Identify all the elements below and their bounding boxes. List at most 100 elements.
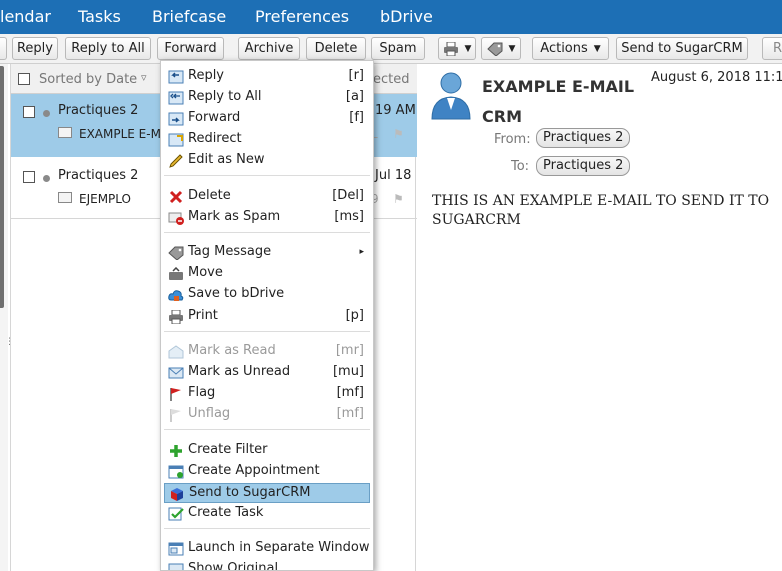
menu-item-send-to-sugarcrm[interactable]: Send to SugarCRM <box>164 483 370 503</box>
menu-item-flag[interactable]: Flag [mf] <box>164 384 370 404</box>
new-window-icon <box>168 542 184 556</box>
menu-item-label: Forward <box>188 110 241 125</box>
sidebar-scrollbar[interactable] <box>0 66 4 308</box>
menu-item-label: Print <box>188 308 218 323</box>
from-address-chip[interactable]: Practiques 2 <box>536 128 631 148</box>
tab-calendar[interactable]: lendar <box>0 7 51 26</box>
menu-item-create-task[interactable]: Create Task <box>164 504 370 524</box>
menu-item-reply[interactable]: Reply [r] <box>164 67 370 87</box>
redirect-icon <box>168 133 184 147</box>
read-envelope-icon <box>168 345 184 359</box>
menu-item-launch-in-separate-window[interactable]: Launch in Separate Window <box>164 539 370 559</box>
menu-item-label: Delete <box>188 188 231 203</box>
tag-icon <box>168 246 184 260</box>
menu-item-create-appointment[interactable]: Create Appointment <box>164 462 370 482</box>
menu-item-shortcut: [mf] <box>336 406 364 421</box>
message-body: THIS IS AN EXAMPLE E-MAIL TO SEND IT TO … <box>432 193 770 228</box>
menu-item-print[interactable]: Print [p] <box>164 307 370 327</box>
menu-item-shortcut: [f] <box>349 110 364 125</box>
forward-button[interactable]: Forward <box>157 37 224 60</box>
sort-label[interactable]: Sorted by Date <box>39 72 137 87</box>
menu-item-shortcut: [ms] <box>334 209 364 224</box>
selected-count: ected <box>373 72 410 87</box>
reply-button[interactable]: Reply <box>12 37 58 60</box>
menu-item-shortcut: [mr] <box>335 343 364 358</box>
menu-item-show-original[interactable]: Show Original <box>164 560 370 571</box>
menu-item-create-filter[interactable]: Create Filter <box>164 441 370 461</box>
menu-divider <box>164 331 370 332</box>
tab-bdrive[interactable]: bDrive <box>380 7 433 26</box>
menu-item-shortcut: [mu] <box>332 364 364 379</box>
toolbar-edge <box>0 37 7 60</box>
row-checkbox[interactable] <box>23 106 35 118</box>
reply-all-button[interactable]: Reply to All <box>65 37 151 60</box>
menu-item-forward[interactable]: Forward [f] <box>164 109 370 129</box>
menu-item-mark-as-spam[interactable]: Mark as Spam [ms] <box>164 208 370 228</box>
menu-item-mark-as-unread[interactable]: Mark as Unread [mu] <box>164 363 370 383</box>
menu-item-label: Move <box>188 265 223 280</box>
menu-item-delete[interactable]: Delete [Del] <box>164 187 370 207</box>
row-time: Jul 18 <box>375 168 412 183</box>
context-menu: Reply [r] Reply to All [a] Forward [f] R… <box>160 60 374 571</box>
menu-item-label: Save to bDrive <box>188 286 285 301</box>
reply-icon <box>168 70 184 84</box>
menu-item-redirect[interactable]: Redirect <box>164 130 370 150</box>
tab-briefcase[interactable]: Briefcase <box>152 7 226 26</box>
menu-divider <box>164 429 370 430</box>
to-label: To: <box>511 159 530 174</box>
document-icon <box>168 563 184 570</box>
archive-button[interactable]: Archive <box>238 37 300 60</box>
plus-icon <box>170 445 182 457</box>
overflow-button[interactable]: Re <box>762 37 782 60</box>
row-time: 19 AM <box>375 103 416 118</box>
menu-item-label: Launch in Separate Window <box>188 540 370 555</box>
menu-item-reply-all[interactable]: Reply to All [a] <box>164 88 370 108</box>
menu-item-tag-message[interactable]: Tag Message ▸ <box>164 243 370 263</box>
menu-divider <box>164 232 370 233</box>
menu-item-label: Reply <box>188 68 225 83</box>
print-icon <box>443 41 458 56</box>
print-dropdown-button[interactable]: ▼ <box>438 37 476 60</box>
menu-item-label: Create Task <box>188 505 264 520</box>
row-checkbox[interactable] <box>23 171 35 183</box>
menu-divider <box>164 528 370 529</box>
spam-button[interactable]: Spam <box>371 37 425 60</box>
menu-item-edit-as-new[interactable]: Edit as New <box>164 151 370 171</box>
to-address-chip[interactable]: Practiques 2 <box>536 156 631 176</box>
flag-icon[interactable]: ⚑ <box>393 127 404 141</box>
message-date: August 6, 2018 11:19 <box>651 70 782 85</box>
actions-dropdown-button[interactable]: Actions ▼ <box>532 37 609 60</box>
menu-item-shortcut: [a] <box>345 89 364 104</box>
menu-item-save-to-bdrive[interactable]: Save to bDrive <box>164 285 370 305</box>
unflag-icon <box>170 409 181 422</box>
send-to-sugarcrm-button[interactable]: Send to SugarCRM <box>616 37 748 60</box>
menu-item-label: Mark as Spam <box>188 209 281 224</box>
reading-pane: EXAMPLE E-MAIL CRM August 6, 2018 11:19 … <box>418 64 782 571</box>
tag-dropdown-button[interactable]: ▼ <box>481 37 521 60</box>
calendar-icon <box>168 465 184 479</box>
envelope-icon <box>58 127 72 138</box>
sort-arrow-icon[interactable]: ▿ <box>141 71 147 84</box>
tab-preferences[interactable]: Preferences <box>255 7 349 26</box>
row-subject: EJEMPLO <box>79 192 131 206</box>
envelope-icon <box>168 367 184 379</box>
menu-item-shortcut: [mf] <box>336 385 364 400</box>
spam-icon <box>168 212 184 225</box>
select-all-checkbox[interactable] <box>18 73 30 85</box>
cloud-icon <box>168 290 184 301</box>
chevron-down-icon: ▼ <box>593 43 601 54</box>
row-subject: EXAMPLE E-MA <box>79 127 170 141</box>
tab-tasks[interactable]: Tasks <box>78 7 121 26</box>
sugarcrm-cube-icon <box>171 488 183 501</box>
menu-item-label: Show Original <box>188 561 279 571</box>
flag-icon[interactable]: ⚑ <box>393 192 404 206</box>
delete-button[interactable]: Delete <box>306 37 366 60</box>
menu-item-move[interactable]: Move <box>164 264 370 284</box>
menu-item-label: Redirect <box>188 131 242 146</box>
message-subject: EXAMPLE E-MAIL CRM <box>482 77 635 126</box>
delete-icon <box>169 190 183 204</box>
toolbar: Reply Reply to All Forward Archive Delet… <box>0 34 782 64</box>
menu-item-shortcut: [r] <box>348 68 365 83</box>
sash-handle[interactable]: ⋮ <box>5 338 14 354</box>
print-icon <box>169 310 183 324</box>
